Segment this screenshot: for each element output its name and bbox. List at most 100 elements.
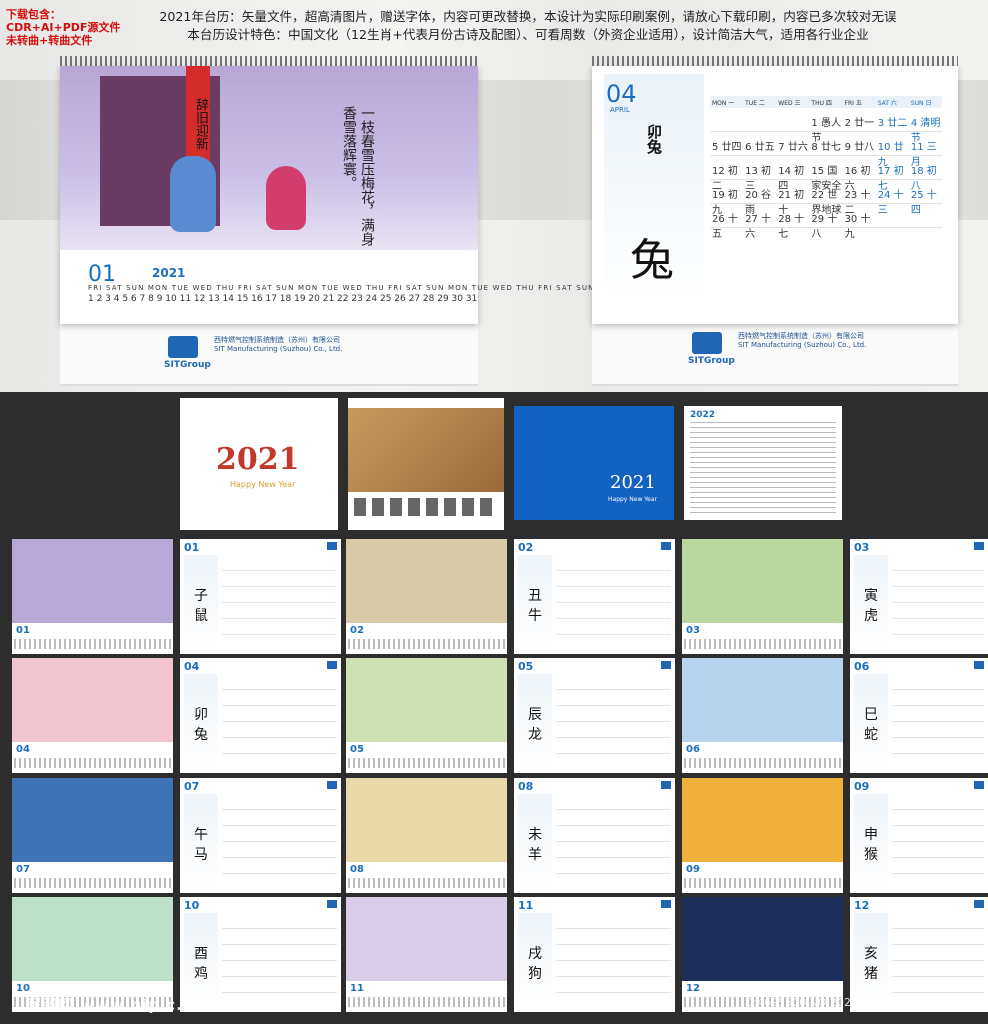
image-id: ID:4695500 NO:20201126225542913034 — [741, 996, 970, 1009]
zodiac-panel: 辰龙 — [518, 674, 552, 767]
zodiac-panel: 未羊 — [518, 794, 552, 887]
day-cell: 13 初三 — [745, 166, 772, 192]
day-grid — [892, 794, 984, 887]
year-2022-label: 2022 — [690, 410, 716, 420]
day-cell: 4 清明节 — [910, 118, 941, 144]
day-grid — [222, 794, 337, 887]
day-cell — [776, 108, 809, 131]
description: 2021年台历：矢量文件，超高清图片，赠送字体，内容可更改替换，本设计为实际印刷… — [118, 8, 938, 44]
desk-calendar-january: 辞旧迎新 一枝春雪压梅花，满身香雪落辉寰。 01 2021 FRI SAT SU… — [60, 56, 743, 386]
month-strip: 04 — [14, 744, 171, 770]
month-number: 09 — [854, 780, 870, 793]
month-illustration — [682, 658, 843, 742]
week-row: 1 愚人节 2 廿一 3 廿二 4 清明节 — [710, 108, 942, 144]
zodiac-label: 亥猪 — [864, 946, 878, 982]
month-picture-page: 06 — [682, 658, 843, 773]
illustration: 辞旧迎新 一枝春雪压梅花，满身香雪落辉寰。 — [60, 66, 478, 250]
date-row: 1 2 3 4 5 6 7 8 9 10 11 12 13 14 15 16 1… — [88, 294, 478, 304]
month-strip: 05 — [348, 744, 505, 770]
week-row: 19 初九 20 谷雨 21 初十 22 世界地球 23 十二 24 十三 25 十四 — [710, 180, 942, 216]
day-cell: 16 初六 — [844, 166, 871, 192]
day-grid — [556, 794, 671, 887]
day-grid — [892, 674, 984, 767]
day-cell: 20 谷雨 — [745, 190, 772, 216]
company-name-cn: 西特燃气控制系统制造（苏州）有限公司 — [738, 332, 864, 340]
year-grid — [690, 422, 836, 514]
download-title: 下载包含： — [6, 8, 61, 21]
day-grid — [556, 555, 671, 648]
zodiac-panel: 寅虎 — [854, 555, 888, 648]
day-grid — [222, 674, 337, 767]
month-strip: 02 — [348, 625, 505, 651]
intro-photo — [348, 408, 504, 492]
logo-icon — [974, 542, 984, 550]
day-grid — [222, 555, 337, 648]
date-row — [14, 639, 171, 649]
month-strip: 06 — [684, 744, 841, 770]
month-strip: 01 2021 FRI SAT SUN MON TUE WED THU FRI … — [88, 262, 743, 312]
day-cell: 7 廿六 — [778, 142, 808, 153]
logo-icon — [692, 332, 722, 354]
day-grid — [892, 555, 984, 648]
month-grid-page: 07 午马 — [180, 778, 341, 893]
month-illustration — [346, 778, 507, 862]
zodiac-label: 未羊 — [528, 827, 542, 863]
month-number: 12 — [854, 899, 870, 912]
month-illustration — [346, 658, 507, 742]
date-row — [348, 997, 505, 1007]
zodiac-label: 申猴 — [864, 827, 878, 863]
month-illustration — [682, 539, 843, 623]
day-cell: 2 廿一 — [844, 118, 875, 129]
month-illustration — [682, 778, 843, 862]
company-info: 西特燃气控制系统制造（苏州）有限公司 SIT Manufacturing (Su… — [214, 336, 434, 354]
month-picture-page: 01 — [12, 539, 173, 654]
product-row — [354, 498, 498, 516]
month-number: 11 — [518, 899, 534, 912]
day-cell: 1 愚人节 — [811, 118, 841, 144]
month-illustration — [346, 897, 507, 981]
logo-icon — [661, 900, 671, 908]
zodiac-panel: 丑牛 — [518, 555, 552, 648]
child-illustration — [170, 156, 216, 232]
logo-icon — [327, 781, 337, 789]
zodiac-label: 子鼠 — [194, 588, 208, 624]
day-cell: 26 十五 — [712, 214, 738, 240]
zodiac-panel: 子鼠 — [184, 555, 218, 648]
month-picture-page: 07 — [12, 778, 173, 893]
month-number: 10 — [184, 899, 200, 912]
month-grid-page: 11 戌狗 — [514, 897, 675, 1012]
weekday-label: SAT 六 — [877, 100, 897, 107]
day-cell: 22 世界地球 — [811, 190, 842, 216]
month-grid-page: 03 寅虎 — [850, 539, 988, 654]
day-grid — [892, 913, 984, 1006]
month-number: 07 — [16, 864, 30, 875]
day-cell — [710, 108, 743, 131]
day-grid — [222, 913, 337, 1006]
day-cell: 30 十九 — [844, 214, 871, 240]
date-row — [348, 758, 505, 768]
download-note: 下载包含： CDR+AI+PDF源文件 未转曲+转曲文件 — [6, 8, 120, 47]
month-grid-page: 04 卯兔 — [180, 658, 341, 773]
week-row: 5 廿四 6 廿五 7 廿六 8 廿七 9 廿八 10 廿九 11 三月 — [710, 132, 942, 168]
zodiac-title: 卯兔 — [645, 124, 663, 154]
month-picture-page: 05 — [346, 658, 507, 773]
month-number: 05 — [518, 660, 534, 673]
month-number: 04 — [16, 744, 30, 755]
weekday-label: WED 三 — [778, 100, 801, 107]
watermark: 昵图网 www.nipic.com — [26, 996, 221, 1014]
month-number: 01 — [16, 625, 30, 636]
day-cell: 25 十四 — [910, 190, 937, 216]
logo-text: SITGroup — [688, 356, 735, 366]
zodiac-panel: 申猴 — [854, 794, 888, 887]
zodiac-label: 丑牛 — [528, 588, 542, 624]
month-picture-page: 11 — [346, 897, 507, 1012]
zodiac-label: 戌狗 — [528, 946, 542, 982]
month-number: 07 — [184, 780, 200, 793]
day-cell: 10 廿九 — [877, 142, 904, 168]
month-grid-page: 02 丑牛 — [514, 539, 675, 654]
description-line: 本台历设计特色：中国文化（12生肖+代表月份古诗及配图）、可看周数（外资企业适用… — [187, 27, 869, 42]
weekday-label: TUE 二 — [745, 100, 765, 107]
month-illustration — [12, 658, 173, 742]
day-cell: 8 廿七 — [811, 142, 841, 153]
logo-icon — [327, 661, 337, 669]
